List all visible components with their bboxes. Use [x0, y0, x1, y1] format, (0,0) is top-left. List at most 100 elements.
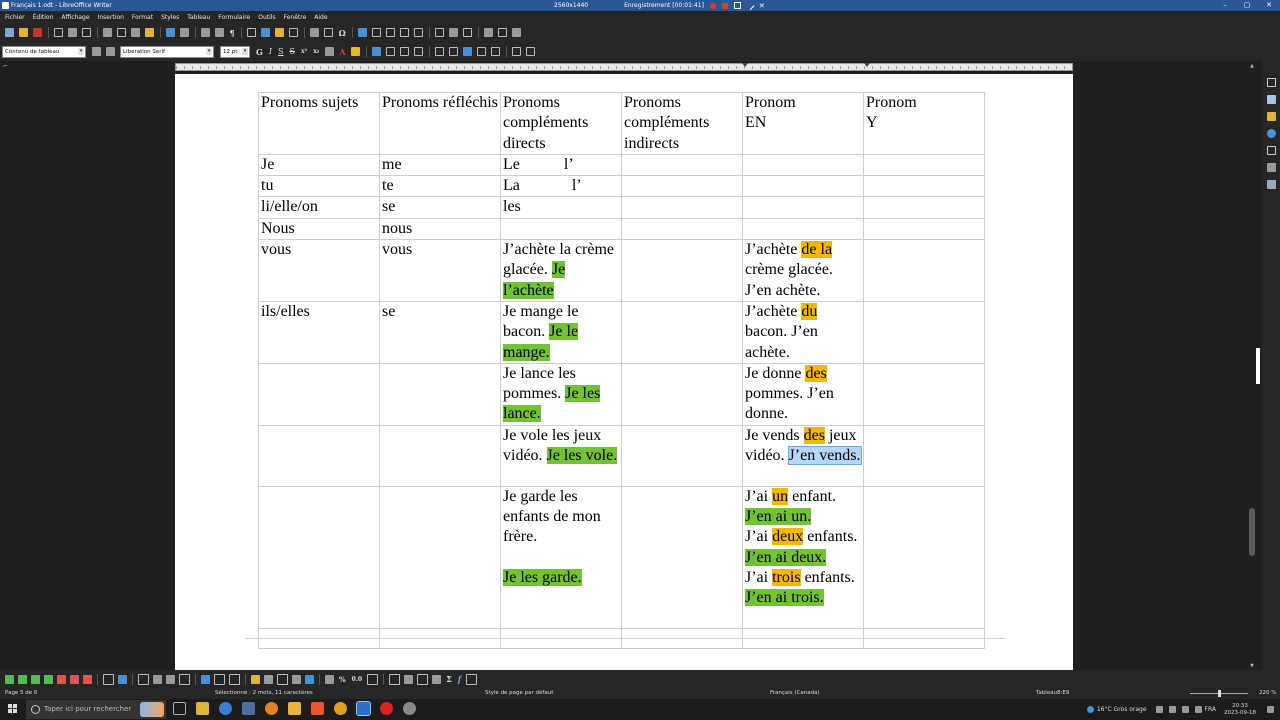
- bold-icon[interactable]: G: [256, 47, 263, 57]
- insert-field-icon[interactable]: [324, 28, 334, 37]
- special-character-icon[interactable]: Ω: [339, 28, 346, 38]
- steam-icon[interactable]: [242, 702, 255, 715]
- table-cell[interactable]: li/elle/on: [258, 196, 380, 219]
- align-center-vertical-icon[interactable]: [214, 673, 225, 685]
- delete-columns-icon[interactable]: [70, 674, 79, 684]
- page-icon[interactable]: [1266, 146, 1276, 155]
- table-cell[interactable]: Pronom EN: [742, 92, 864, 155]
- new-style-icon[interactable]: [105, 47, 115, 56]
- input-language[interactable]: FRA: [1205, 706, 1216, 713]
- table-cell[interactable]: Je donne des pommes. J’en donne.: [742, 362, 864, 426]
- autoformat-icon[interactable]: [264, 674, 273, 684]
- screen-recorder-icon[interactable]: [380, 702, 393, 715]
- maximize-button[interactable]: ▢: [1236, 0, 1258, 11]
- bookmark-icon[interactable]: [400, 28, 410, 37]
- network-icon[interactable]: [1168, 706, 1176, 713]
- table-cell[interactable]: [621, 175, 743, 198]
- paragraph-style-select[interactable]: Contenu de tableau ▾: [2, 45, 86, 58]
- increase-indent-icon[interactable]: [477, 47, 487, 56]
- clock[interactable]: 20:33 2023-09-18: [1224, 703, 1256, 717]
- table-cell[interactable]: [863, 485, 985, 629]
- weather-status[interactable]: 16°C Gros orage: [1097, 706, 1147, 713]
- insert-image-icon[interactable]: [261, 28, 271, 37]
- camera-icon[interactable]: [733, 2, 741, 9]
- borders-icon[interactable]: [277, 673, 288, 685]
- menu-fenetre[interactable]: Fenêtre: [284, 14, 307, 21]
- justify-icon[interactable]: [414, 47, 424, 56]
- sum-icon[interactable]: Σ: [446, 674, 452, 684]
- table-cell[interactable]: Le l’: [500, 153, 622, 177]
- table-cell[interactable]: [863, 424, 985, 487]
- table-cell[interactable]: [621, 424, 743, 487]
- table-cell[interactable]: [863, 362, 985, 426]
- copy-icon[interactable]: [117, 28, 126, 37]
- pronoun-table[interactable]: Pronoms sujets Pronoms réfléchis Pronoms…: [258, 92, 985, 649]
- menu-affichage[interactable]: Affichage: [61, 14, 89, 21]
- insert-columns-icon[interactable]: [44, 674, 53, 684]
- font-color-icon[interactable]: A: [339, 47, 345, 57]
- table-cell[interactable]: te: [379, 175, 501, 198]
- taskbar-search-input[interactable]: Taper ici pour rechercher: [26, 700, 166, 719]
- table-cell[interactable]: me: [379, 153, 501, 177]
- cell-background-icon[interactable]: [251, 674, 260, 684]
- volume-icon[interactable]: [1194, 706, 1202, 713]
- protect-cells-icon[interactable]: [417, 673, 429, 685]
- zoom-slider[interactable]: [1190, 690, 1248, 697]
- sort-icon[interactable]: [404, 674, 414, 684]
- delete-table-icon[interactable]: [83, 674, 92, 684]
- line-spacing-icon[interactable]: [512, 47, 522, 56]
- border-style-icon[interactable]: [292, 674, 301, 684]
- line-icon[interactable]: [484, 28, 494, 37]
- table-cell[interactable]: J’achète du bacon. J’en achète.: [742, 300, 864, 364]
- document-page[interactable]: Pronoms sujets Pronoms réfléchis Pronoms…: [175, 74, 1073, 670]
- sidebar-collapse-handle[interactable]: [1256, 348, 1260, 384]
- split-cells-icon[interactable]: [153, 674, 162, 684]
- numbering-icon[interactable]: [449, 47, 459, 56]
- menu-aide[interactable]: Aide: [314, 14, 327, 21]
- language-status[interactable]: Français (Canada): [770, 690, 820, 696]
- header-footer-icon[interactable]: [463, 28, 473, 37]
- pen-icon[interactable]: [745, 0, 755, 11]
- new-document-icon[interactable]: [5, 28, 14, 37]
- table-cell[interactable]: La l’: [500, 175, 622, 198]
- table-cell[interactable]: Je mange le bacon. Je le mange.: [500, 300, 622, 364]
- table-cell[interactable]: [621, 217, 743, 241]
- highlight-color-icon[interactable]: [351, 47, 361, 56]
- number-format-icon[interactable]: [325, 674, 334, 684]
- settings-gear-icon[interactable]: [403, 702, 416, 715]
- redo-icon[interactable]: [180, 28, 189, 37]
- basic-shapes-icon[interactable]: [498, 28, 508, 37]
- bullets-icon[interactable]: [435, 47, 445, 56]
- stop-recording-icon[interactable]: [721, 2, 728, 9]
- font-name-select[interactable]: Liberation Serif ▾: [120, 45, 214, 58]
- table-cell[interactable]: nous: [379, 217, 501, 241]
- gallery-icon[interactable]: [1266, 112, 1276, 121]
- formatting-marks-icon[interactable]: ¶: [230, 28, 235, 38]
- spelling-icon[interactable]: [215, 28, 224, 37]
- table-cell[interactable]: [863, 196, 985, 219]
- insert-chart-icon[interactable]: [275, 28, 285, 37]
- table-cell[interactable]: se: [379, 300, 501, 364]
- clear-formatting-icon[interactable]: [324, 47, 334, 56]
- table-cell[interactable]: [621, 153, 743, 177]
- menu-format[interactable]: Format: [132, 14, 153, 21]
- task-view-icon[interactable]: [173, 702, 186, 715]
- table-cell[interactable]: ils/elles: [258, 300, 380, 364]
- decrease-indent-icon[interactable]: [491, 47, 501, 56]
- ruler-column-marker[interactable]: [742, 63, 748, 67]
- table-cell[interactable]: Je vends des jeux vidéo. J’en vends.: [742, 424, 864, 487]
- style-inspector-icon[interactable]: [1266, 163, 1276, 172]
- table-cell[interactable]: Pronoms sujets: [258, 92, 380, 155]
- chrome-icon[interactable]: [334, 702, 347, 715]
- table-cell[interactable]: [500, 217, 622, 241]
- menu-fichier[interactable]: Fichier: [5, 14, 25, 21]
- notifications-icon[interactable]: [1267, 706, 1274, 713]
- file-explorer-icon[interactable]: [196, 702, 209, 715]
- table-cell[interactable]: [863, 217, 985, 241]
- underline-icon[interactable]: S: [278, 47, 283, 56]
- undo-icon[interactable]: [166, 28, 175, 37]
- table-cell[interactable]: Je garde les enfants de mon frère. Je les…: [500, 485, 622, 629]
- scroll-down-icon[interactable]: ▼: [1249, 663, 1255, 669]
- windows-start-icon[interactable]: [8, 704, 18, 714]
- border-color-icon[interactable]: [305, 674, 314, 684]
